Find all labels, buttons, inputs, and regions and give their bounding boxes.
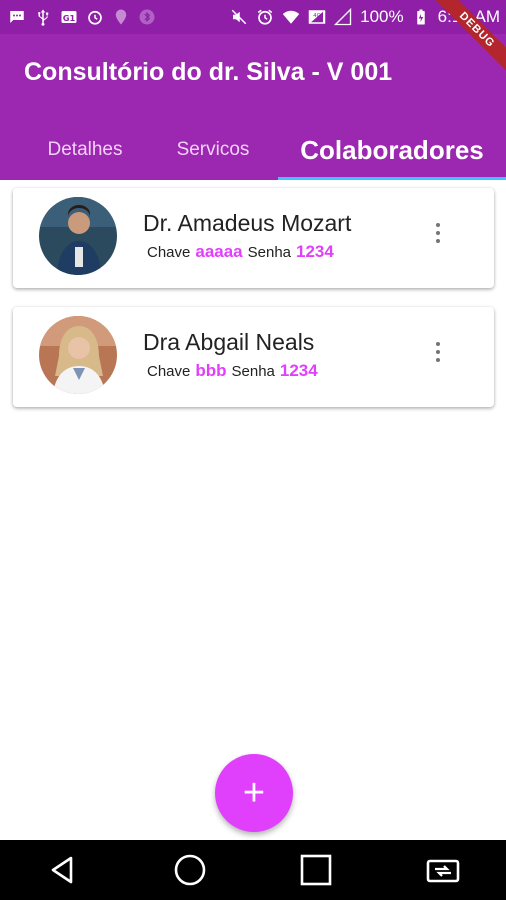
key-label: Chave [147, 244, 191, 261]
password-value: 1234 [279, 361, 318, 380]
person-avatar-icon [39, 197, 117, 275]
tab-bar: Detalhes Servicos Colaboradores [0, 120, 506, 180]
password-value: 1234 [296, 242, 334, 261]
message-icon [8, 8, 26, 26]
network-type-label: 4G [313, 13, 320, 19]
alarm-snooze-icon [86, 8, 104, 26]
status-bar: G1 4G 100% 6:13 AM [0, 0, 506, 34]
avatar [39, 197, 117, 275]
page-title: Consultório do dr. Silva - V 001 [24, 58, 393, 86]
tab-indicator [278, 177, 506, 180]
app-bar: Consultório do dr. Silva - V 001 Detalhe… [0, 34, 506, 180]
more-vert-icon[interactable] [426, 337, 450, 367]
wifi-icon [282, 8, 300, 26]
battery-percent: 100% [360, 7, 404, 26]
person-avatar-icon [39, 316, 117, 394]
signal-empty-icon [334, 8, 352, 26]
home-icon[interactable] [160, 840, 220, 900]
bluetooth-icon [138, 8, 156, 26]
back-icon[interactable] [33, 840, 93, 900]
collaborator-name: Dra Abgail Neals [143, 329, 315, 355]
key-label: Chave [147, 363, 191, 380]
alarm-icon [256, 8, 274, 26]
battery-icon [412, 8, 430, 26]
collaborator-credentials: Chave aaaaa Senha 1234 [147, 242, 334, 262]
collaborator-credentials: Chave bbb Senha 1234 [147, 361, 318, 381]
location-icon [112, 8, 130, 26]
password-label: Senha [231, 363, 275, 380]
add-collaborator-button[interactable]: + [215, 754, 293, 832]
usb-icon [34, 8, 52, 26]
status-notifications: G1 [8, 8, 156, 26]
collaborator-card[interactable]: Dra Abgail Neals Chave bbb Senha 1234 [13, 307, 494, 407]
tab-colaboradores[interactable]: Colaboradores [278, 120, 506, 180]
recents-icon[interactable] [286, 840, 346, 900]
signal-4g-icon: 4G [308, 8, 326, 26]
more-vert-icon[interactable] [426, 218, 450, 248]
collaborator-name: Dr. Amadeus Mozart [143, 210, 352, 236]
avatar [39, 316, 117, 394]
svg-text:G1: G1 [63, 13, 76, 23]
key-value: bbb [195, 361, 227, 380]
mute-icon [230, 8, 248, 26]
collaborator-card[interactable]: Dr. Amadeus Mozart Chave aaaaa Senha 123… [13, 188, 494, 288]
system-nav-bar [0, 840, 506, 900]
rotate-icon[interactable] [413, 840, 473, 900]
tab-detalhes[interactable]: Detalhes [20, 120, 150, 180]
tab-servicos[interactable]: Servicos [158, 120, 268, 180]
key-value: aaaaa [195, 242, 243, 261]
g1-icon: G1 [60, 8, 78, 26]
password-label: Senha [247, 244, 292, 261]
